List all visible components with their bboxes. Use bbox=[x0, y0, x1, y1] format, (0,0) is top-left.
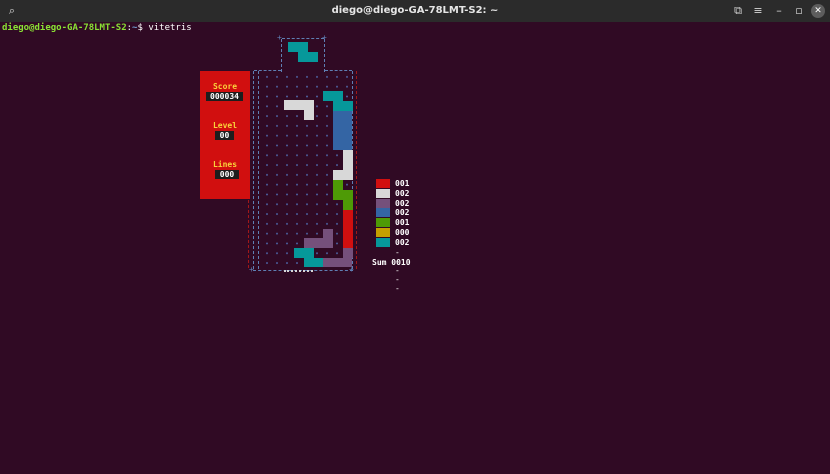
well-left-wall bbox=[253, 71, 254, 269]
next-box-top bbox=[282, 38, 324, 39]
stat-swatch bbox=[376, 218, 390, 228]
menu-icon[interactable]: ≡ bbox=[751, 4, 765, 18]
score-value: 000034 bbox=[206, 92, 243, 101]
falling-piece-block bbox=[284, 100, 314, 110]
stat-count: 002 bbox=[395, 198, 410, 208]
stack-block bbox=[343, 248, 353, 258]
stats-separator: ----- bbox=[395, 248, 400, 293]
stat-swatch bbox=[376, 198, 390, 208]
stack-block bbox=[294, 248, 314, 258]
next-box-right bbox=[324, 39, 325, 72]
stat-count: 002 bbox=[395, 237, 410, 247]
well-left-wall-inner bbox=[258, 71, 259, 269]
next-piece-block bbox=[298, 52, 318, 62]
stack-block bbox=[323, 258, 352, 267]
window-titlebar: ⌕ diego@diego-GA-78LMT-S2: ~ ⧉ ≡ – ▫ ✕ bbox=[0, 0, 830, 22]
stack-block bbox=[333, 111, 352, 150]
score-label: Score bbox=[212, 82, 238, 91]
prompt-user: diego@diego-GA-78LMT-S2 bbox=[2, 23, 127, 33]
terminal-view[interactable]: diego@diego-GA-78LMT-S2:~$ vitetris + + … bbox=[0, 22, 830, 474]
score-panel: Score 000034 Level 00 Lines 000 bbox=[200, 71, 250, 199]
stat-swatch bbox=[376, 237, 390, 247]
stack-block bbox=[343, 190, 353, 210]
stack-block bbox=[333, 170, 353, 180]
corner-mark: + bbox=[249, 265, 254, 274]
command-prompt: diego@diego-GA-78LMT-S2:~$ vitetris bbox=[2, 23, 192, 34]
next-piece-block bbox=[288, 42, 308, 52]
stack-block bbox=[343, 210, 353, 248]
stat-count: 002 bbox=[395, 188, 410, 198]
minimize-icon[interactable]: – bbox=[772, 4, 786, 18]
lines-label: Lines bbox=[212, 160, 238, 169]
lines-value: 000 bbox=[215, 170, 239, 179]
stack-block bbox=[323, 91, 343, 101]
maximize-icon[interactable]: ▫ bbox=[792, 4, 806, 18]
new-tab-icon[interactable]: ⧉ bbox=[731, 4, 745, 18]
window-title: diego@diego-GA-78LMT-S2: ~ bbox=[331, 5, 499, 16]
stack-block bbox=[333, 101, 353, 111]
stat-count: 000 bbox=[395, 228, 410, 237]
close-icon[interactable]: ✕ bbox=[811, 4, 825, 18]
stack-block bbox=[343, 150, 353, 170]
stat-count: 002 bbox=[395, 208, 410, 218]
well-top-right bbox=[325, 70, 352, 71]
level-value: 00 bbox=[215, 131, 234, 140]
well-bottom-highlight bbox=[284, 270, 313, 274]
level-label: Level bbox=[212, 121, 238, 130]
stat-swatch bbox=[376, 188, 390, 198]
stack-block bbox=[304, 258, 323, 267]
well-right-red bbox=[356, 71, 357, 269]
stats-sum: Sum 0010 bbox=[372, 258, 411, 267]
next-box-left bbox=[281, 39, 282, 72]
prompt-symbol: $ bbox=[137, 23, 149, 33]
stat-swatch bbox=[376, 208, 390, 218]
stat-swatch bbox=[376, 179, 390, 188]
corner-mark: + bbox=[349, 265, 354, 274]
well-left-red bbox=[248, 200, 249, 268]
stack-block bbox=[304, 238, 333, 248]
falling-piece-block bbox=[304, 110, 314, 120]
prompt-command: vitetris bbox=[148, 23, 192, 33]
stat-swatch bbox=[376, 228, 390, 237]
stat-count: 001 bbox=[395, 218, 410, 228]
stack-block bbox=[333, 180, 343, 200]
stat-count: 001 bbox=[395, 179, 410, 188]
